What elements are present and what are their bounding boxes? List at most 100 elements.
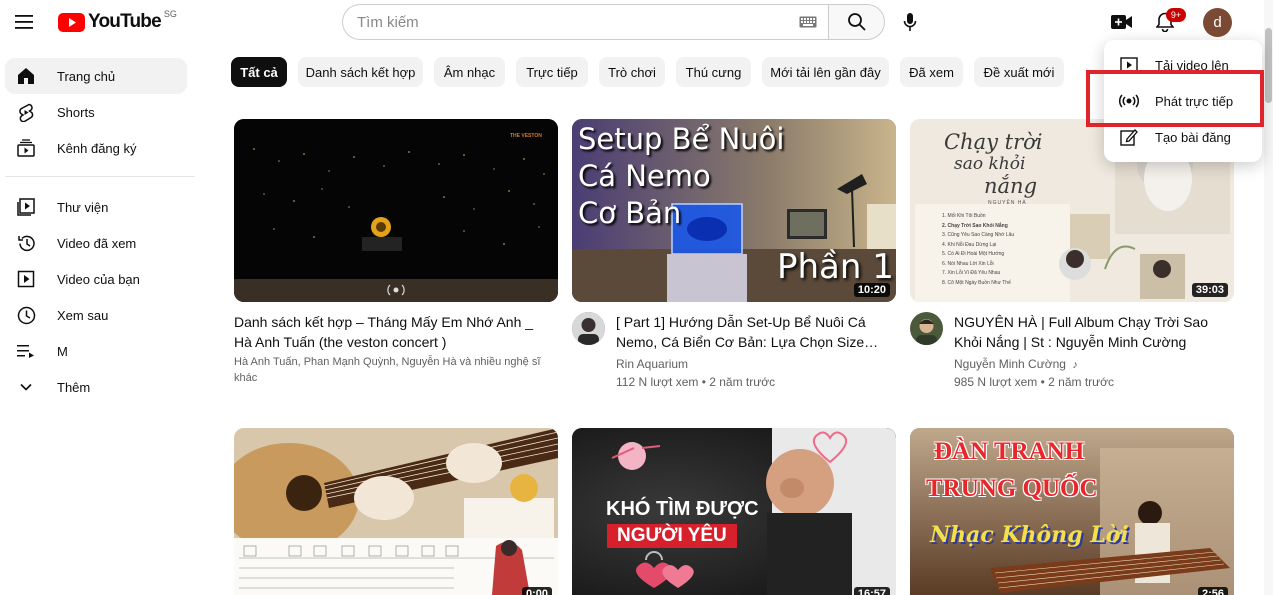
track-item: 3. Cũng Yêu Sao Càng Nhớ Lâu bbox=[942, 232, 1015, 238]
video-title[interactable]: [ Part 1] Hướng Dẫn Set-Up Bể Nuôi Cá Ne… bbox=[616, 312, 886, 352]
video-thumbnail[interactable]: KHÓ TÌM ĐƯỢC NGƯỜI YÊU 16:57 bbox=[572, 428, 896, 595]
shorts-icon bbox=[16, 102, 36, 122]
video-title-line: NGUYÊN HÀ | Full Album Chạy Trời Sao bbox=[954, 314, 1209, 330]
notification-count-badge: 9+ bbox=[1166, 8, 1186, 22]
sidebar-item-label: Xem sau bbox=[57, 307, 109, 323]
album-title-script-line: Chạy trời bbox=[944, 130, 1043, 154]
track-item: 8. Cô Một Ngày Buồn Như Thế bbox=[942, 279, 1011, 286]
chip-pets[interactable]: Thú cưng bbox=[676, 57, 751, 87]
track-item: 6. Nói Nhau Lời Xin Lỗi bbox=[942, 260, 994, 267]
sidebar-item-label: Kênh đăng ký bbox=[57, 140, 137, 156]
search-box bbox=[342, 4, 829, 40]
microphone-icon bbox=[903, 13, 917, 31]
video-title-line: [ Part 1] Hướng Dẫn Set-Up Bể Nuôi Cá bbox=[616, 314, 866, 330]
chip-music[interactable]: Âm nhạc bbox=[434, 57, 505, 87]
mix-artists-more: khác bbox=[234, 372, 258, 384]
video-thumbnail[interactable]: ĐÀN TRANH TRUNG QUỐC Nhạc Không Lời 2:56 bbox=[910, 428, 1234, 595]
channel-avatar[interactable] bbox=[572, 312, 605, 345]
video-channel-name[interactable]: Rin Aquarium bbox=[616, 355, 688, 373]
chip-live[interactable]: Trực tiếp bbox=[516, 57, 588, 87]
sidebar-item-label: Thêm bbox=[57, 379, 91, 395]
chip-all[interactable]: Tất cả bbox=[231, 57, 287, 87]
annotation-highlight-box bbox=[1086, 70, 1264, 127]
sidebar-item-label: Trang chủ bbox=[57, 68, 116, 84]
search-button[interactable] bbox=[828, 4, 885, 40]
video-metadata: Hà Anh Tuấn, Phan Mạnh Quỳnh, Nguyễn Hà … bbox=[234, 354, 554, 386]
library-icon bbox=[16, 197, 36, 217]
sidebar-item-library[interactable]: Thư viện bbox=[5, 189, 187, 225]
album-artist: NGUYÊN HÀ bbox=[988, 200, 1027, 206]
chip-watched[interactable]: Đã xem bbox=[900, 57, 963, 87]
masthead: YouTube SG 9+ d bbox=[0, 0, 1273, 44]
channel-name-text: Nguyễn Minh Cường bbox=[954, 357, 1066, 371]
sidebar-item-label: Video của bạn bbox=[57, 271, 140, 287]
playlist-icon bbox=[16, 341, 36, 361]
youtube-logo[interactable]: YouTube SG bbox=[58, 9, 177, 34]
thumbnail-caption-line: Cá Nemo bbox=[578, 159, 711, 193]
video-title-line: Nemo, Cá Biển Cơ Bản: Lựa Chọn Size… bbox=[616, 334, 879, 350]
create-button[interactable] bbox=[1110, 10, 1134, 34]
sidebar-item-label: Video đã xem bbox=[57, 235, 137, 251]
video-title-line: Danh sách kết hợp – Tháng Mấy Em Nhớ Anh… bbox=[234, 314, 534, 330]
album-title-script: Chạy trời sao khỏi nắng bbox=[944, 131, 1043, 197]
channel-avatar[interactable] bbox=[910, 312, 943, 345]
chip-mixes[interactable]: Danh sách kết hợp bbox=[298, 57, 423, 87]
video-stats: 985 N lượt xem • 2 năm trước bbox=[954, 375, 1115, 389]
sidebar-item-more[interactable]: Thêm bbox=[5, 369, 187, 405]
sidebar-divider bbox=[5, 176, 195, 177]
video-title[interactable]: NGUYÊN HÀ | Full Album Chạy Trời Sao Khỏ… bbox=[954, 312, 1229, 352]
chip-new-to-you[interactable]: Đề xuất mới bbox=[974, 57, 1064, 87]
video-thumbnail[interactable]: 0:00 bbox=[234, 428, 558, 595]
video-title-line: Khỏi Nắng | St : Nguyễn Minh Cường bbox=[954, 334, 1187, 350]
search-icon bbox=[847, 13, 866, 31]
video-title[interactable]: Danh sách kết hợp – Tháng Mấy Em Nhớ Anh… bbox=[234, 312, 564, 352]
country-code: SG bbox=[163, 9, 177, 19]
track-item: 4. Khi Nỗi Đau Dừng Lại bbox=[942, 241, 997, 248]
youtube-play-logo-icon bbox=[58, 12, 85, 32]
track-item: 2. Chạy Trời Sao Khỏi Nắng bbox=[942, 222, 1008, 229]
sidebar-item-label: M bbox=[57, 343, 68, 359]
menu-icon[interactable] bbox=[14, 11, 36, 33]
video-thumbnail[interactable]: THE VESTON bbox=[234, 119, 558, 302]
mix-artists: Hà Anh Tuấn, Phan Mạnh Quỳnh, Nguyễn Hà … bbox=[234, 356, 541, 368]
video-thumbnail[interactable]: Setup Bể Nuôi Cá Nemo Cơ Bản Phần 1 10:2… bbox=[572, 119, 896, 302]
sidebar-item-playlist[interactable]: M bbox=[5, 333, 187, 369]
album-tracklist: 1. Mối Khi Tôi Buồn 2. Chạy Trời Sao Khỏ… bbox=[942, 212, 1014, 288]
track-item: 7. Xin Lỗi Vì Đã Yêu Nhau bbox=[942, 270, 1001, 276]
history-icon bbox=[16, 233, 36, 253]
sidebar-item-subscriptions[interactable]: Kênh đăng ký bbox=[5, 130, 187, 166]
search-input[interactable] bbox=[357, 13, 799, 31]
video-duration: 0:00 bbox=[521, 587, 552, 595]
sidebar-item-label: Thư viện bbox=[57, 199, 109, 215]
thumbnail-part-label: Phần 1 bbox=[777, 247, 894, 287]
track-item: 5. Có Ai Đi Hoài Một Hướng bbox=[942, 251, 1005, 257]
sidebar-item-watch-later[interactable]: Xem sau bbox=[5, 297, 187, 333]
thumbnail-watermark: THE VESTON bbox=[510, 133, 542, 139]
thumbnail-caption-highlight: NGƯỜI YÊU bbox=[607, 524, 737, 548]
video-duration: 39:03 bbox=[1191, 283, 1228, 297]
sidebar-item-home[interactable]: Trang chủ bbox=[5, 58, 187, 94]
guitar-thumbnail-art bbox=[234, 428, 558, 595]
page-scrollbar-thumb[interactable] bbox=[1265, 28, 1272, 103]
video-stats: 112 N lượt xem • 2 năm trước bbox=[616, 375, 776, 389]
logo-text: YouTube bbox=[88, 11, 162, 32]
sidebar-item-your-videos[interactable]: Video của bạn bbox=[5, 261, 187, 297]
thumbnail-caption: ĐÀN TRANH bbox=[934, 438, 1085, 465]
voice-search-button[interactable] bbox=[896, 8, 924, 36]
chip-recently-uploaded[interactable]: Mới tải lên gần đây bbox=[762, 57, 889, 87]
your-videos-icon bbox=[16, 269, 36, 289]
chip-gaming[interactable]: Trò chơi bbox=[599, 57, 665, 87]
music-note-icon: ♪ bbox=[1072, 359, 1078, 371]
keyboard-icon[interactable] bbox=[799, 15, 819, 29]
sidebar-item-history[interactable]: Video đã xem bbox=[5, 225, 187, 261]
album-title-script-line: nắng bbox=[984, 174, 1038, 198]
subscriptions-icon bbox=[16, 138, 36, 158]
watch-later-icon bbox=[16, 305, 36, 325]
account-avatar[interactable]: d bbox=[1203, 8, 1232, 37]
create-video-icon bbox=[1111, 15, 1132, 29]
video-channel-name[interactable]: Nguyễn Minh Cường ♪ bbox=[954, 355, 1078, 374]
sidebar-item-shorts[interactable]: Shorts bbox=[5, 94, 187, 130]
video-duration: 16:57 bbox=[853, 587, 890, 595]
video-title-line: Hà Anh Tuấn (the veston concert ) bbox=[234, 334, 447, 350]
track-item: 1. Mối Khi Tôi Buồn bbox=[942, 213, 986, 219]
